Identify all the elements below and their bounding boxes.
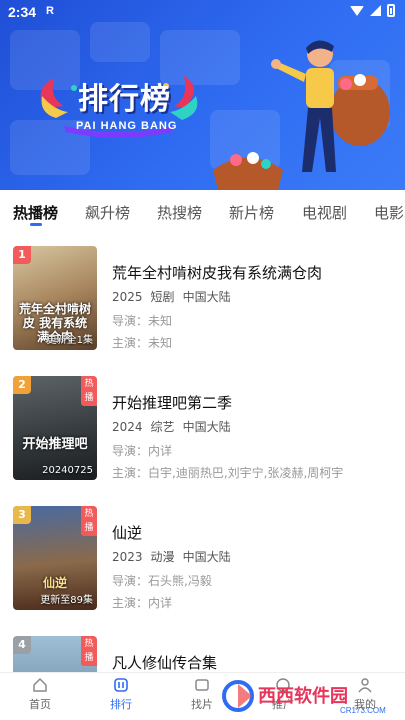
rank-badge: 1 — [13, 246, 31, 264]
nav-ranking-label: 排行 — [110, 698, 132, 711]
item-region: 中国大陆 — [182, 420, 231, 434]
item-region: 中国大陆 — [182, 290, 231, 304]
basket-icon — [213, 152, 283, 190]
ranking-icon — [114, 678, 128, 692]
banner-tile — [90, 22, 150, 62]
status-time: 2:34 — [8, 4, 37, 20]
item-genre: 短剧 — [150, 290, 175, 304]
item-cast: 主演：白宇,迪丽热巴,刘宇宁,张凌赫,周柯宇 — [112, 466, 344, 480]
rank-badge: 4 — [13, 636, 31, 654]
list-item[interactable]: 仙逆 3 热播 更新至89集 仙逆 2023 动漫 中国大陆 导演：石头熊,冯毅 主… — [0, 492, 405, 622]
status-icons — [350, 4, 395, 17]
notification-r-icon: R — [46, 5, 54, 17]
active-tab-indicator — [30, 223, 42, 226]
nav-home-label: 首页 — [29, 698, 51, 711]
item-region: 中国大陆 — [182, 550, 231, 564]
item-year: 2023 — [112, 550, 143, 564]
battery-icon — [387, 4, 395, 17]
rank-badge: 2 — [13, 376, 31, 394]
list-item[interactable]: 荒年全村啃树皮 我有系统满仓肉 1 更新全1集 荒年全村啃树皮我有系统满仓肉 2… — [0, 232, 405, 362]
item-year: 2024 — [112, 420, 143, 434]
tab-movies[interactable]: 电影 — [374, 202, 404, 223]
category-tabs: 热播榜 飙升榜 热搜榜 新片榜 电视剧 电影 — [0, 190, 405, 232]
hot-badge: 热播 — [81, 376, 97, 406]
item-meta: 2023 动漫 中国大陆 — [112, 548, 239, 565]
item-title[interactable]: 开始推理吧第二季 — [112, 392, 232, 413]
banner: 2:34 R 排行榜 PAI HANG BANG — [0, 0, 405, 190]
item-genre: 综艺 — [150, 420, 175, 434]
item-director: 导演：内详 — [112, 444, 173, 458]
poster-caption: 更新全1集 — [46, 335, 93, 346]
watermark-text: 西西软件园 — [258, 685, 348, 706]
list-item[interactable]: 开始推理吧 2 热播 20240725 开始推理吧第二季 2024 综艺 中国大陆 … — [0, 362, 405, 492]
item-title[interactable]: 荒年全村啃树皮我有系统满仓肉 — [112, 262, 322, 283]
rank-badge: 3 — [13, 506, 31, 524]
nav-ranking[interactable]: 排行 — [96, 677, 146, 712]
item-director: 导演：石头熊,冯毅 — [112, 574, 212, 588]
hot-badge: 热播 — [81, 636, 97, 666]
tab-hot-play[interactable]: 热播榜 — [13, 202, 58, 223]
tab-rising[interactable]: 飙升榜 — [85, 202, 130, 223]
home-icon — [33, 677, 47, 692]
banner-title: 排行榜 — [78, 83, 171, 116]
poster-image[interactable]: 荒年全村啃树皮 我有系统满仓肉 1 更新全1集 — [13, 246, 97, 350]
tab-hot-search[interactable]: 热搜榜 — [157, 202, 202, 223]
hot-badge: 热播 — [81, 506, 97, 536]
nav-home[interactable]: 首页 — [15, 677, 65, 712]
item-genre: 动漫 — [150, 550, 175, 564]
watermark-logo: 西西软件园 CR173.COM — [222, 680, 386, 715]
status-bar: 2:34 R — [0, 0, 405, 24]
poster-caption: 更新至89集 — [40, 595, 93, 606]
item-title[interactable]: 凡人修仙传合集 — [112, 652, 217, 673]
item-cast: 主演：内详 — [112, 596, 173, 610]
item-cast: 主演：未知 — [112, 336, 173, 350]
banner-subtitle: PAI HANG BANG — [76, 120, 178, 132]
item-meta: 2025 短剧 中国大陆 — [112, 288, 239, 305]
find-icon — [195, 679, 209, 691]
wifi-icon — [350, 5, 364, 16]
watermark-subtext: CR173.COM — [340, 706, 386, 715]
signal-icon — [370, 5, 381, 16]
ranking-screen: 2:34 R 排行榜 PAI HANG BANG 热播榜 飙升榜 热搜榜 新片榜… — [0, 0, 405, 720]
poster-art-text: 开始推理吧 — [22, 437, 88, 452]
item-director: 导演：未知 — [112, 314, 173, 328]
tab-new-release[interactable]: 新片榜 — [229, 202, 274, 223]
item-title[interactable]: 仙逆 — [112, 522, 142, 543]
poster-image[interactable]: 仙逆 3 热播 更新至89集 — [13, 506, 97, 610]
tab-tv-series[interactable]: 电视剧 — [302, 202, 347, 223]
poster-image[interactable]: 开始推理吧 2 热播 20240725 — [13, 376, 97, 480]
item-meta: 2024 综艺 中国大陆 — [112, 418, 239, 435]
item-year: 2025 — [112, 290, 143, 304]
nav-find-label: 找片 — [191, 698, 213, 711]
ranking-logo: 排行榜 PAI HANG BANG — [34, 60, 204, 140]
poster-art-text: 仙逆 — [42, 576, 67, 590]
poster-caption: 20240725 — [42, 465, 93, 476]
